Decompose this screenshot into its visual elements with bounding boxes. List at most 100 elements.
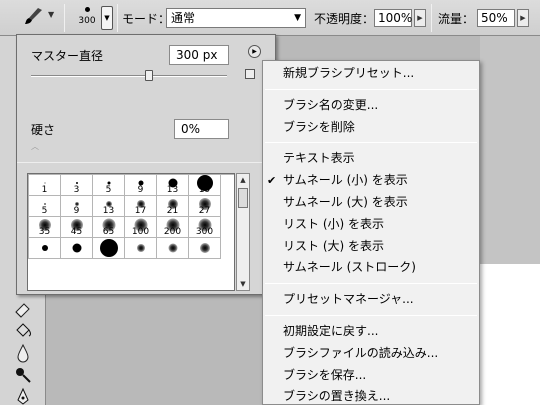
menu-item[interactable]: サムネール (大) を表示 <box>263 192 479 213</box>
eraser-icon[interactable] <box>12 298 34 320</box>
brush-preset-cell[interactable]: 9 <box>61 196 93 217</box>
menu-item[interactable]: ブラシを削除 <box>263 117 479 138</box>
tool-preset-arrow-icon[interactable]: ▼ <box>48 10 54 19</box>
scroll-thumb[interactable] <box>238 188 248 208</box>
brush-size-label: 17 <box>134 206 147 216</box>
brush-tip-icon <box>75 182 78 184</box>
brush-preset-cell[interactable] <box>189 238 221 259</box>
menu-separator <box>265 283 477 285</box>
brush-size-label: 19 <box>198 185 211 195</box>
menu-item[interactable]: サムネール (ストローク) <box>263 257 479 278</box>
brush-preset-cell[interactable]: 9 <box>125 175 157 196</box>
brush-size-label: 200 <box>163 227 182 237</box>
brush-tip-icon <box>84 7 90 12</box>
opacity-label: 不透明度： <box>314 12 375 26</box>
brush-preview-button[interactable]: 300 <box>74 3 100 33</box>
brush-size-label: 27 <box>198 206 211 216</box>
master-diameter-field[interactable]: 300 px <box>169 45 229 65</box>
circle-arrow-icon[interactable]: ▶ <box>248 45 261 58</box>
menu-item-label: テキスト表示 <box>283 151 355 166</box>
menu-item-label: リスト (小) を表示 <box>283 216 384 231</box>
mode-select[interactable]: 通常 ▼ <box>166 8 306 28</box>
brush-size-label: 13 <box>102 206 115 216</box>
brush-size-label: 21 <box>166 206 179 216</box>
menu-item[interactable]: リスト (小) を表示 <box>263 214 479 235</box>
opacity-field[interactable]: 100% <box>374 9 412 27</box>
brush-preset-cell[interactable]: 19 <box>189 175 221 196</box>
menu-item[interactable]: ブラシ名の変更... <box>263 95 479 116</box>
brush-preset-cell[interactable]: 3 <box>61 175 93 196</box>
menu-item[interactable]: 新規ブラシプリセット... <box>263 63 479 84</box>
brush-tip-icon <box>72 243 81 253</box>
brush-preset-cell[interactable]: 100 <box>125 217 157 238</box>
brush-size-label: 9 <box>73 206 80 216</box>
brush-preset-cell[interactable]: 45 <box>61 217 93 238</box>
brush-size-label: 300 <box>195 227 214 237</box>
paint-bucket-icon[interactable] <box>12 320 34 342</box>
pen-icon[interactable] <box>12 386 34 405</box>
menu-item-label: 新規ブラシプリセット... <box>283 66 415 80</box>
separator <box>64 4 65 32</box>
brush-size-label: 1 <box>41 185 48 195</box>
blur-icon[interactable] <box>12 342 34 364</box>
menu-item[interactable]: 初期設定に戻す... <box>263 321 479 342</box>
opacity-slider-button[interactable]: ▶ <box>414 9 426 27</box>
brush-tip-icon <box>99 239 118 257</box>
brush-preset-cell[interactable]: 17 <box>125 196 157 217</box>
brush-preset-cell[interactable]: 200 <box>157 217 189 238</box>
brush-size-label: 100 <box>131 227 150 237</box>
menu-item-label: サムネール (ストローク) <box>283 260 416 275</box>
menu-item[interactable]: ブラシファイルの読み込み... <box>263 343 479 364</box>
brush-preset-cell[interactable]: 5 <box>29 196 61 217</box>
menu-item[interactable]: プリセットマネージャ... <box>263 289 479 310</box>
flow-slider-button[interactable]: ▶ <box>517 9 529 27</box>
brush-preset-cell[interactable]: 5 <box>93 175 125 196</box>
brush-preset-cell[interactable] <box>157 238 189 259</box>
brush-preset-cell[interactable]: 13 <box>157 175 189 196</box>
brush-panel-context-menu: 新規ブラシプリセット... ブラシ名の変更... ブラシを削除テキスト表示 ✔ サムネー… <box>262 60 480 405</box>
brush-size-label: 13 <box>166 185 179 195</box>
menu-item[interactable]: ✔ サムネール (小) を表示 <box>263 170 479 191</box>
brush-size-label: 45 <box>70 227 83 237</box>
brush-preset-cell[interactable]: 21 <box>157 196 189 217</box>
brush-tip-icon <box>136 244 145 252</box>
brush-preset-cell[interactable]: 1 <box>29 175 61 196</box>
hardness-slider-thumb[interactable]: ︿ <box>31 141 39 152</box>
brush-preset-cell[interactable] <box>93 238 125 259</box>
master-diameter-label: マスター直径 <box>31 49 104 63</box>
master-diameter-slider-thumb[interactable] <box>144 70 153 81</box>
brush-size-label: 5 <box>41 206 48 216</box>
brush-preset-cell[interactable] <box>29 238 61 259</box>
mode-label: モード： <box>122 12 171 26</box>
brush-preset-cell[interactable]: 65 <box>93 217 125 238</box>
brush-picker-dropdown-button[interactable]: ▼ <box>101 6 113 30</box>
divider <box>17 162 275 163</box>
brush-preset-cell[interactable]: 35 <box>29 217 61 238</box>
menu-item[interactable]: ブラシを保存... <box>263 365 479 386</box>
brush-list-scrollbar[interactable]: ▲ ▼ <box>236 173 250 291</box>
scroll-down-icon[interactable]: ▼ <box>237 278 249 290</box>
brush-size-label: 65 <box>102 227 115 237</box>
master-diameter-slider[interactable] <box>31 75 227 77</box>
menu-item[interactable]: テキスト表示 <box>263 148 479 169</box>
brush-preset-cell[interactable]: 13 <box>93 196 125 217</box>
scroll-up-icon[interactable]: ▲ <box>237 174 249 186</box>
brush-tool-icon[interactable] <box>20 5 46 27</box>
menu-item[interactable]: リスト (大) を表示 <box>263 236 479 257</box>
separator <box>117 4 118 32</box>
resize-icon[interactable] <box>245 69 255 79</box>
brush-preset-cell[interactable] <box>125 238 157 259</box>
brush-preset-cell[interactable]: 300 <box>189 217 221 238</box>
menu-separator <box>265 142 477 144</box>
brush-preset-cell[interactable]: 27 <box>189 196 221 217</box>
menu-item-label: リスト (大) を表示 <box>283 238 384 253</box>
chevron-down-icon: ▼ <box>294 13 301 23</box>
hardness-field[interactable]: 0% <box>174 119 229 139</box>
brush-preset-cell[interactable] <box>61 238 93 259</box>
hardness-label: 硬さ <box>31 123 56 137</box>
flow-field[interactable]: 50% <box>477 9 515 27</box>
options-bar: ▼ 300 ▼ モード： 通常 ▼ 不透明度： 100% ▶ 流量： 50% ▶ <box>0 0 540 36</box>
dodge-icon[interactable] <box>12 364 34 386</box>
menu-separator <box>265 315 477 316</box>
menu-item[interactable]: ブラシの置き換え... <box>263 386 479 405</box>
